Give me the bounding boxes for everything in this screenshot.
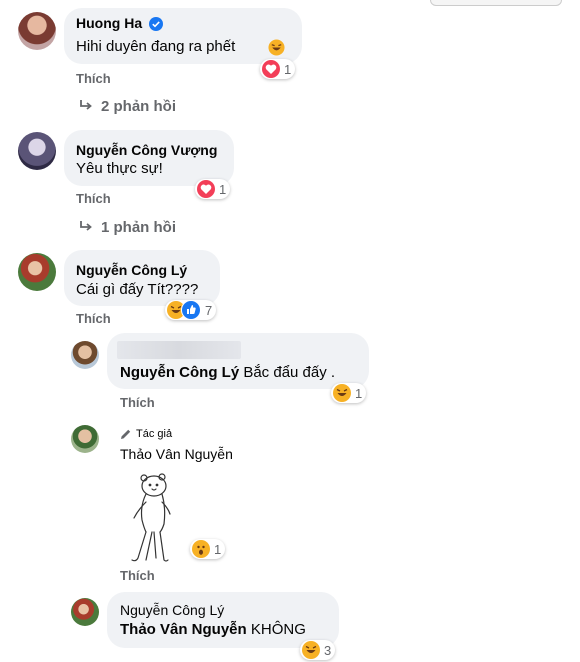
mention-link[interactable]: Thảo Vân Nguyễn <box>120 621 247 638</box>
reaction-summary[interactable]: 3 <box>300 640 336 660</box>
view-replies-link[interactable]: 1 phản hồi <box>101 219 176 236</box>
avatar[interactable] <box>18 132 56 170</box>
comment-author[interactable]: Nguyễn Công Lý <box>76 262 187 278</box>
reaction-count: 7 <box>205 302 213 318</box>
avatar[interactable] <box>71 341 99 369</box>
pencil-icon <box>121 429 131 439</box>
verified-badge-icon <box>149 17 163 31</box>
reaction-summary[interactable]: 1 <box>331 383 367 403</box>
reaction-summary[interactable]: 7 <box>165 300 217 320</box>
reaction-summary[interactable]: 1 <box>190 539 226 559</box>
reply-text: Nguyễn Công Lý Bắc đẩu đấy . <box>120 364 335 381</box>
comment-text: Yêu thực sự! <box>76 160 163 177</box>
like-button[interactable]: Thích <box>120 568 155 583</box>
like-button[interactable]: Thích <box>76 311 111 326</box>
haha-reaction-icon <box>302 641 320 659</box>
avatar[interactable] <box>18 253 56 291</box>
hidden-author-name <box>117 341 241 359</box>
reaction-count: 1 <box>214 541 222 557</box>
comment-text: Hihi duyên đang ra phết <box>76 38 236 55</box>
love-reaction-icon <box>197 180 215 198</box>
author-badge: Tác giả <box>136 428 173 440</box>
comment-bubble <box>64 130 234 186</box>
like-button[interactable]: Thích <box>76 71 111 86</box>
reply-text-body: Bắc đẩu đấy . <box>239 364 336 381</box>
bear-sticker[interactable] <box>124 472 174 564</box>
reply-text: Thảo Vân Nguyễn KHÔNG <box>120 621 306 638</box>
reply-author[interactable]: Nguyễn Công Lý <box>120 602 224 618</box>
reply-text-body: KHÔNG <box>246 621 306 638</box>
view-replies-link[interactable]: 2 phản hồi <box>101 98 176 115</box>
reaction-summary[interactable]: 1 <box>260 59 296 79</box>
reply-author[interactable]: Thảo Vân Nguyễn <box>120 446 233 462</box>
like-button[interactable]: Thích <box>120 395 155 410</box>
comment-author[interactable]: Nguyễn Công Vượng <box>76 142 217 158</box>
reply-arrow-icon <box>80 100 92 110</box>
top-cropped-bar <box>430 0 562 6</box>
reaction-count: 1 <box>355 385 363 401</box>
like-reaction-icon <box>181 300 201 320</box>
reaction-summary[interactable]: 1 <box>195 179 231 199</box>
reaction-count: 1 <box>284 61 292 77</box>
laughing-emoji-icon <box>268 39 285 56</box>
wow-reaction-icon <box>192 540 210 558</box>
reply-bubble <box>107 592 339 648</box>
haha-reaction-icon <box>333 384 351 402</box>
reply-arrow-icon <box>80 221 92 231</box>
comment-text: Cái gì đấy Tít???? <box>76 281 199 298</box>
reaction-count: 1 <box>219 181 227 197</box>
love-reaction-icon <box>262 60 280 78</box>
avatar[interactable] <box>71 425 99 453</box>
comment-author[interactable]: Huong Ha <box>76 15 142 31</box>
reaction-count: 3 <box>324 642 332 658</box>
avatar[interactable] <box>71 598 99 626</box>
avatar[interactable] <box>18 12 56 50</box>
like-button[interactable]: Thích <box>76 191 111 206</box>
mention-link[interactable]: Nguyễn Công Lý <box>120 364 239 381</box>
